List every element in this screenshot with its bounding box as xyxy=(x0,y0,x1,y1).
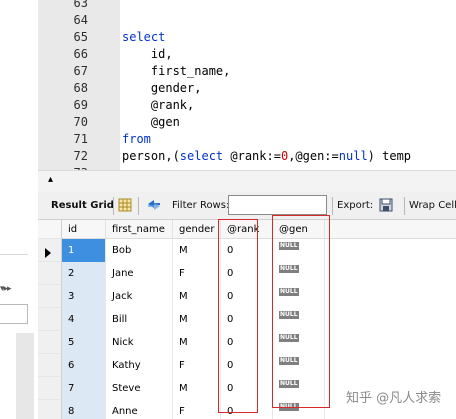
cell-gender[interactable]: M xyxy=(173,285,221,308)
cell-gender[interactable]: M xyxy=(173,308,221,331)
highlight-gen-column xyxy=(272,215,330,408)
cell-gender[interactable]: M xyxy=(173,331,221,354)
refresh-icon[interactable] xyxy=(146,198,162,212)
row-selector[interactable] xyxy=(38,354,62,377)
toolbar-divider xyxy=(404,197,405,215)
cell-first-name[interactable]: Jane xyxy=(106,262,173,285)
code-line: first_name, xyxy=(122,64,231,78)
result-grid-button[interactable]: Result Grid xyxy=(51,200,114,211)
cell-gender[interactable]: F xyxy=(173,400,221,419)
line-number: 69 xyxy=(73,98,88,112)
code-line: gender, xyxy=(122,81,202,95)
cell-first-name[interactable]: Bill xyxy=(106,308,173,331)
cell-id[interactable]: 3 xyxy=(62,285,106,308)
line-number: 68 xyxy=(73,81,88,95)
line-number: 64 xyxy=(73,13,88,27)
toolbar-divider xyxy=(332,197,333,215)
code-line: @gen xyxy=(122,115,180,129)
row-selector[interactable] xyxy=(38,262,62,285)
column-header-first-name[interactable]: first_name xyxy=(106,220,173,239)
current-row-arrow-icon xyxy=(45,248,51,258)
cell-id[interactable]: 7 xyxy=(62,377,106,400)
line-number: 70 xyxy=(73,115,88,129)
cell-gender[interactable]: F xyxy=(173,354,221,377)
toolbar-divider xyxy=(138,197,139,215)
cell-gender[interactable]: M xyxy=(173,239,221,262)
filter-rows-input[interactable] xyxy=(228,195,327,215)
left-pane-arrows-icon[interactable]: ▾▸▸ xyxy=(0,284,12,294)
export-icon[interactable] xyxy=(378,197,396,213)
left-pane-divider xyxy=(0,254,28,255)
cell-first-name[interactable]: Kathy xyxy=(106,354,173,377)
results-tab-icon[interactable]: ▴ xyxy=(44,173,57,187)
highlight-rank-column xyxy=(218,219,258,413)
row-selector[interactable] xyxy=(38,377,62,400)
row-selector[interactable] xyxy=(38,308,62,331)
column-header-id[interactable]: id xyxy=(62,220,106,239)
code-line: person,(select @rank:=0,@gen:=null) temp xyxy=(122,149,412,163)
cell-first-name[interactable]: Steve xyxy=(106,377,173,400)
results-tab-strip xyxy=(38,170,456,192)
cell-id[interactable]: 6 xyxy=(62,354,106,377)
cell-id[interactable]: 2 xyxy=(62,262,106,285)
column-header-gender[interactable]: gender xyxy=(173,220,221,239)
toolbar-divider xyxy=(113,197,114,215)
cell-id[interactable]: 5 xyxy=(62,331,106,354)
cell-id[interactable]: 1 xyxy=(62,239,106,262)
filter-rows-label: Filter Rows: xyxy=(172,200,230,211)
row-selector[interactable] xyxy=(38,331,62,354)
grid-view-icon[interactable] xyxy=(118,198,132,212)
cell-id[interactable]: 4 xyxy=(62,308,106,331)
grid-corner xyxy=(38,220,62,239)
row-selector[interactable] xyxy=(38,400,62,419)
cell-gender[interactable]: M xyxy=(173,377,221,400)
export-label: Export: xyxy=(337,200,374,211)
cell-first-name[interactable]: Nick xyxy=(106,331,173,354)
cell-first-name[interactable]: Bob xyxy=(106,239,173,262)
code-line: from xyxy=(122,132,151,146)
code-line: @rank, xyxy=(122,98,195,112)
line-number: 67 xyxy=(73,64,88,78)
line-number: 66 xyxy=(73,47,88,61)
left-pane-scrollbar[interactable] xyxy=(16,333,34,419)
watermark: 知乎 @凡人求索 xyxy=(346,391,442,406)
left-pane-search-input[interactable] xyxy=(0,304,28,324)
line-number: 72 xyxy=(73,149,88,163)
cell-gender[interactable]: F xyxy=(173,262,221,285)
row-selector[interactable] xyxy=(38,285,62,308)
line-number: 63 xyxy=(73,0,88,10)
code-line: id, xyxy=(122,47,173,61)
line-number: 71 xyxy=(73,132,88,146)
cell-first-name[interactable]: Anne xyxy=(106,400,173,419)
line-number: 65 xyxy=(73,30,88,44)
wrap-cell-button[interactable]: Wrap Cell xyxy=(409,200,456,211)
code-line: select xyxy=(122,30,166,44)
cell-first-name[interactable]: Jack xyxy=(106,285,173,308)
cell-id[interactable]: 8 xyxy=(62,400,106,419)
